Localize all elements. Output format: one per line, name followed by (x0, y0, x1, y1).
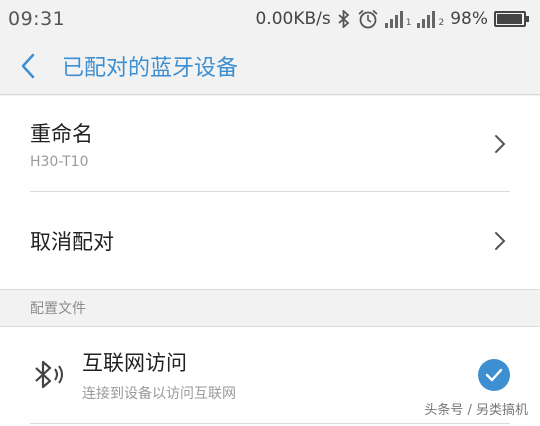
chevron-right-icon (490, 134, 510, 154)
page-title: 已配对的蓝牙设备 (62, 56, 239, 81)
rename-row[interactable]: 重命名 H30-T10 (30, 96, 510, 192)
status-time: 09:31 (8, 8, 66, 30)
bluetooth-icon (30, 355, 66, 395)
unpair-label: 取消配对 (30, 229, 114, 254)
signal-icon: 1 (384, 10, 412, 28)
status-icons: 0.00KB/s 1 2 98% (255, 9, 532, 29)
chevron-right-icon (490, 231, 510, 251)
battery-percent: 98% (450, 9, 488, 29)
status-bar: 09:31 0.00KB/s 1 2 98% (0, 0, 540, 38)
internet-access-description: 连接到设备以访问互联网 (82, 386, 236, 402)
rename-label: 重命名 (30, 121, 93, 146)
profiles-header: 配置文件 (0, 289, 540, 327)
network-speed: 0.00KB/s (255, 9, 331, 29)
battery-icon (494, 11, 529, 27)
unpair-row[interactable]: 取消配对 (30, 192, 510, 289)
device-settings-section: 重命名 H30-T10 取消配对 (0, 96, 540, 289)
alarm-icon (357, 9, 379, 29)
sim2-label: 2 (438, 18, 445, 28)
device-name-value: H30-T10 (30, 153, 89, 170)
checkbox-checked-icon[interactable] (478, 359, 510, 391)
signal-icon: 2 (417, 10, 444, 28)
bluetooth-icon (337, 10, 351, 28)
profiles-header-label: 配置文件 (30, 301, 86, 317)
title-bar: 已配对的蓝牙设备 (0, 38, 540, 95)
watermark: 头条号 / 另类搞机 (424, 403, 528, 418)
back-button[interactable] (0, 38, 56, 95)
battery-level (497, 14, 523, 24)
internet-access-label: 互联网访问 (82, 351, 187, 375)
sim1-label: 1 (405, 18, 412, 28)
back-arrow-icon (21, 53, 35, 79)
